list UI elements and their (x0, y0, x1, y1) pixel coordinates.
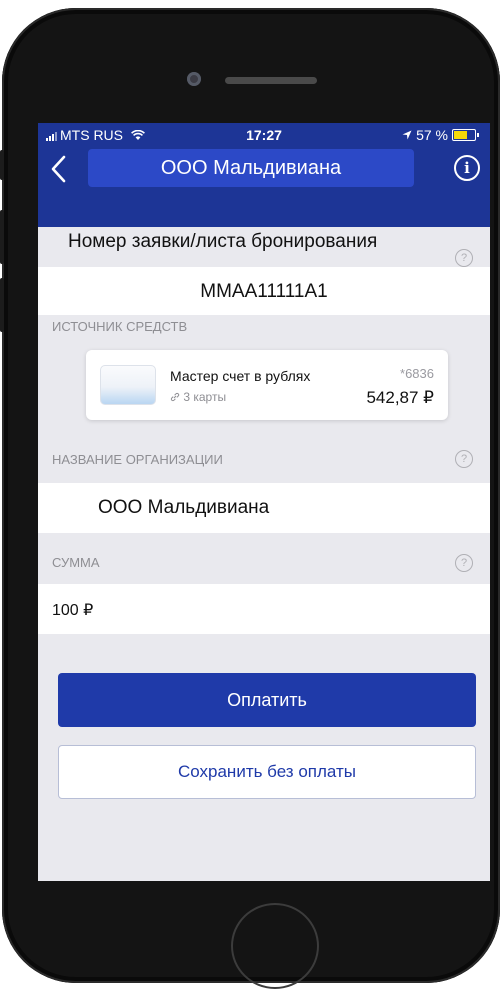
status-bar: MTS RUS 17:27 57 % (38, 127, 490, 145)
cards-count-text: 3 карты (183, 390, 227, 404)
battery-percent: 57 % (416, 127, 448, 143)
app-screen: MTS RUS 17:27 57 % ООО Мальдивиана i Ном… (38, 123, 490, 881)
title-bar: ООО Мальдивиана i (38, 145, 490, 191)
source-label: ИСТОЧНИК СРЕДСТВ (52, 319, 188, 334)
masked-card-number: *6836 (400, 366, 434, 381)
mute-switch (0, 150, 4, 180)
status-right: 57 % (402, 127, 479, 143)
front-camera (187, 72, 201, 86)
account-balance: 542,87 ₽ (366, 388, 434, 407)
earpiece-speaker (225, 77, 317, 84)
amount-label: СУММА (52, 555, 100, 570)
booking-label: Номер заявки/листа бронирования (68, 231, 378, 252)
volume-down-button (0, 278, 4, 332)
volume-up-button (0, 210, 4, 264)
back-chevron-icon[interactable] (46, 153, 74, 185)
organization-label: НАЗВАНИЕ ОРГАНИЗАЦИИ (52, 452, 223, 467)
nav-bar: MTS RUS 17:27 57 % ООО Мальдивиана i (38, 123, 490, 227)
booking-number-row[interactable]: MMAA11111A1 (38, 267, 490, 315)
info-icon[interactable]: i (454, 155, 480, 181)
cards-count: 3 карты (170, 390, 226, 404)
card-thumbnail (100, 365, 156, 405)
home-button[interactable] (231, 903, 319, 989)
organization-value: ООО Мальдивиана (98, 497, 270, 518)
amount-value: 100 ₽ (52, 602, 94, 619)
link-icon (170, 392, 180, 402)
organization-help-icon[interactable]: ? (455, 450, 473, 468)
booking-help-icon[interactable]: ? (455, 249, 473, 267)
amount-help-icon[interactable]: ? (455, 554, 473, 572)
battery-icon (452, 129, 479, 141)
organization-row[interactable]: ООО Мальдивиана (38, 483, 490, 533)
account-name: Мастер счет в рублях (170, 368, 311, 384)
pay-button[interactable]: Оплатить (58, 673, 476, 727)
amount-row[interactable]: 100 ₽ (38, 584, 490, 634)
page-title: ООО Мальдивиана (160, 157, 342, 179)
booking-number-value: MMAA11111A1 (200, 281, 328, 302)
account-card[interactable]: Мастер счет в рублях 3 карты *6836 542,8… (86, 350, 448, 420)
location-arrow-icon (402, 130, 412, 140)
save-without-payment-button[interactable]: Сохранить без оплаты (58, 745, 476, 799)
